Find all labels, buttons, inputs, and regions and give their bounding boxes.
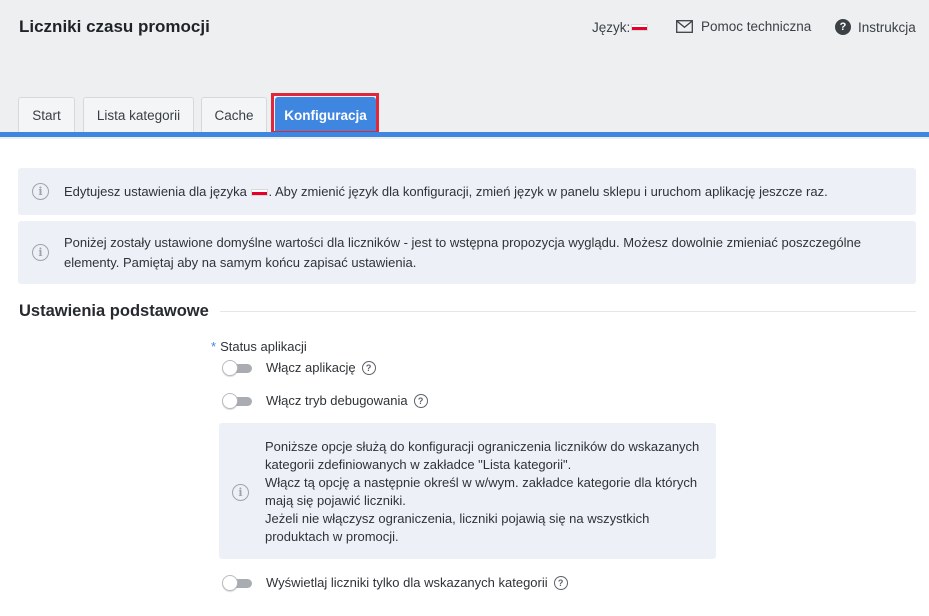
debug-mode-row: Włącz tryb debugowania ? [222, 392, 428, 409]
defaults-info-alert: i Poniżej zostały ustawione domyślne war… [18, 221, 916, 284]
language-info-before: Edytujesz ustawienia dla języka [64, 184, 247, 199]
language-indicator: Język: [592, 20, 649, 35]
question-circle-icon[interactable]: ? [413, 393, 428, 408]
tab-highlight-frame [271, 93, 379, 134]
section-title: Ustawienia podstawowe [19, 302, 209, 320]
instructions-label: Instrukcja [858, 19, 916, 35]
defaults-info-text: Poniżej zostały ustawione domyślne warto… [64, 233, 898, 273]
category-limit-row: Wyświetlaj liczniki tylko dla wskazanych… [222, 574, 568, 591]
language-info-text: Edytujesz ustawienia dla języka . Aby zm… [64, 182, 898, 202]
question-circle-icon[interactable]: ? [553, 575, 568, 590]
tabs-underline [0, 132, 929, 137]
defaults-info-line-2: elementy. Pamiętaj aby na samym końcu za… [64, 255, 417, 270]
help-link[interactable]: Pomoc techniczna [676, 19, 811, 34]
language-info-alert: i Edytujesz ustawienia dla języka . Aby … [18, 168, 916, 215]
info-circle-icon: i [32, 183, 49, 200]
enable-app-toggle[interactable] [222, 359, 252, 376]
debug-mode-label: Włącz tryb debugowania [266, 393, 408, 408]
category-info-text: Poniższe opcje służą do konfiguracji ogr… [265, 438, 706, 546]
page-title: Liczniki czasu promocji [19, 17, 210, 36]
category-info-line: Włącz tą opcję a następnie określ w w/wy… [265, 475, 698, 490]
category-info-line: mają się pojawić liczniki. [265, 493, 406, 508]
status-label: Status aplikacji [220, 339, 307, 354]
category-info-box: i Poniższe opcje służą do konfiguracji o… [219, 423, 716, 559]
tab-cache[interactable]: Cache [201, 97, 267, 133]
debug-mode-toggle[interactable] [222, 392, 252, 409]
tab-start[interactable]: Start [18, 97, 75, 133]
flag-pl-icon [251, 189, 269, 197]
flag-pl-icon [631, 24, 649, 31]
status-field-label: * Status aplikacji [211, 339, 307, 354]
question-circle-icon[interactable]: ? [361, 360, 376, 375]
category-info-line: Poniższe opcje służą do konfiguracji ogr… [265, 439, 700, 454]
tab-category-list[interactable]: Lista kategorii [83, 97, 194, 133]
category-info-line: Jeżeli nie włączysz ograniczenia, liczni… [265, 511, 650, 526]
help-label: Pomoc techniczna [701, 19, 812, 34]
envelope-icon [676, 20, 693, 33]
enable-app-row: Włącz aplikację ? [222, 359, 376, 376]
category-limit-toggle[interactable] [222, 574, 252, 591]
language-label: Język: [592, 20, 631, 35]
instructions-link[interactable]: ? Instrukcja [835, 19, 916, 35]
info-circle-icon: i [32, 244, 49, 261]
defaults-info-line-1: Poniżej zostały ustawione domyślne warto… [64, 235, 861, 250]
enable-app-label: Włącz aplikację [266, 360, 356, 375]
category-info-line: produktach w promocji. [265, 529, 399, 544]
question-circle-icon: ? [835, 19, 851, 35]
category-info-line: kategorii zdefiniowanych w zakładce "Lis… [265, 457, 572, 472]
info-circle-icon: i [232, 484, 249, 501]
language-info-after: . Aby zmienić język dla konfiguracji, zm… [268, 184, 828, 199]
category-limit-label: Wyświetlaj liczniki tylko dla wskazanych… [266, 575, 548, 590]
required-mark: * [211, 339, 217, 354]
section-divider [220, 311, 916, 312]
